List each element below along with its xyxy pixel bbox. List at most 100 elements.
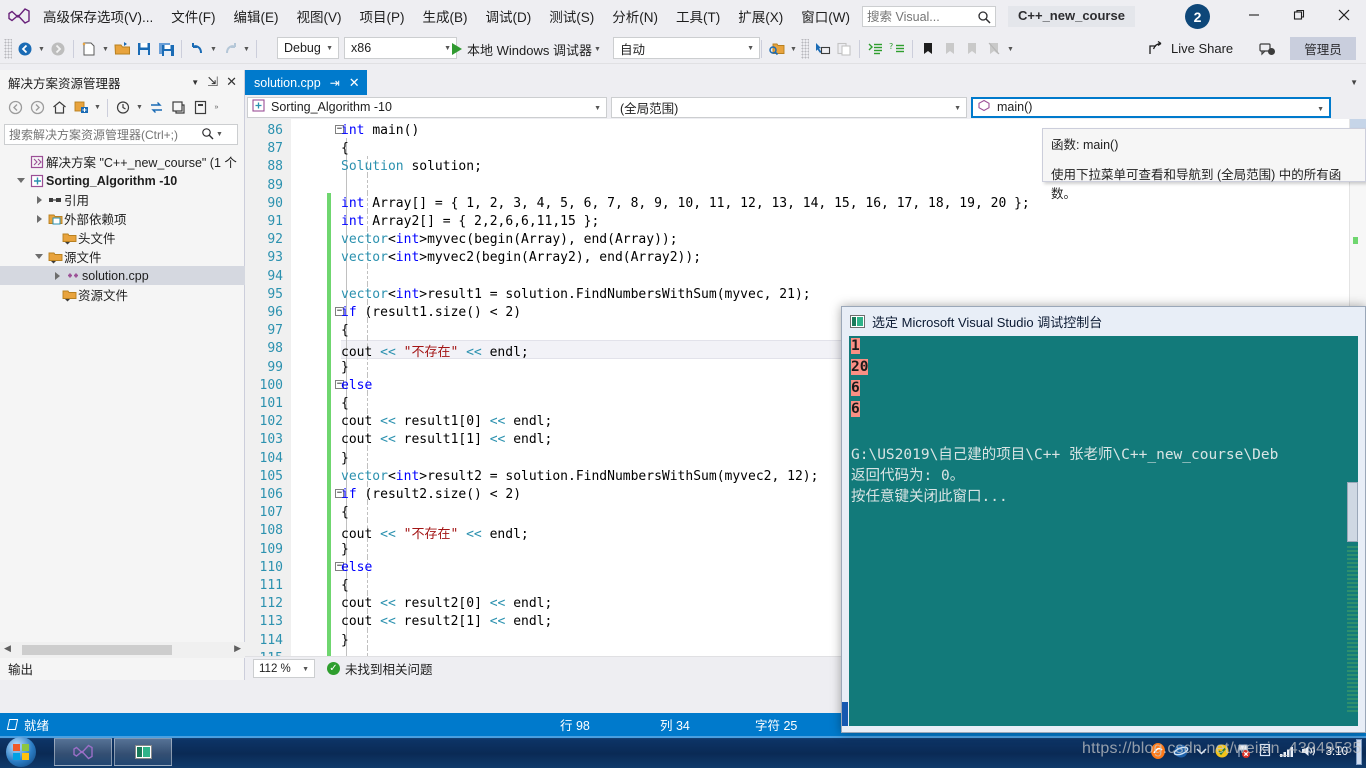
tree-item-resource-files[interactable]: 资源文件 (0, 285, 245, 304)
code-line[interactable]: vector<int>myvec(begin(Array), end(Array… (341, 232, 678, 247)
twisty-collapsed-icon[interactable] (32, 190, 46, 209)
navbar-project-combo[interactable]: Sorting_Algorithm -10 ▼ (247, 96, 607, 118)
search-options-dropdown-icon[interactable]: ▼ (216, 131, 223, 138)
code-line[interactable]: { (341, 396, 349, 411)
find-in-files-icon[interactable] (766, 38, 788, 60)
quick-launch-search[interactable] (862, 6, 996, 27)
feedback-icon[interactable] (1256, 39, 1278, 61)
collapse-all-icon[interactable] (167, 97, 189, 119)
solution-explorer-hscrollbar[interactable]: ◀ ▶ (0, 642, 245, 658)
visual-studio-taskbar-item[interactable] (54, 738, 112, 766)
scroll-right-icon[interactable]: ▶ (234, 643, 241, 654)
zoom-level-combo[interactable]: 112 % ▼ (253, 659, 315, 678)
code-line[interactable]: Solution solution; (341, 159, 482, 174)
forward-icon[interactable] (26, 97, 48, 119)
switch-views-dropdown-icon[interactable]: ▼ (92, 97, 103, 119)
maximize-button[interactable] (1276, 0, 1321, 30)
clear-bookmarks-icon[interactable] (983, 38, 1005, 60)
toolbar-overflow-icon[interactable]: » (211, 97, 222, 119)
toolbar-grip[interactable] (801, 39, 809, 59)
toolbar-overflow-icon[interactable]: ▼ (1005, 38, 1016, 60)
find-dropdown-icon[interactable]: ▼ (788, 38, 799, 60)
tree-item-solution-cpp[interactable]: solution.cpp (0, 266, 245, 285)
menu-item-test[interactable]: 测试(S) (540, 1, 603, 31)
save-all-icon[interactable] (155, 38, 177, 60)
toolbar-grip[interactable] (4, 39, 12, 59)
close-icon[interactable]: ✕ (349, 75, 360, 91)
navbar-member-combo[interactable]: main() ▼ (971, 96, 1331, 118)
navbar-scope-combo[interactable]: (全局范围) ▼ (611, 96, 967, 118)
menu-item-view[interactable]: 视图(V) (288, 1, 351, 31)
twisty-collapsed-icon[interactable] (32, 209, 46, 228)
minimize-button[interactable] (1231, 0, 1276, 30)
menu-item-analyze[interactable]: 分析(N) (603, 1, 667, 31)
code-line[interactable]: { (341, 505, 349, 520)
tree-item-source-files[interactable]: 源文件 (0, 247, 245, 266)
code-line[interactable]: cout << result2[1] << endl; (341, 614, 552, 629)
menu-item-file[interactable]: 文件(F) (162, 1, 224, 31)
pending-changes-icon[interactable] (112, 97, 134, 119)
code-line[interactable]: { (341, 141, 349, 156)
previous-bookmark-icon[interactable] (939, 38, 961, 60)
sync-icon[interactable] (145, 97, 167, 119)
pin-icon[interactable]: ⇥ (330, 76, 340, 90)
code-line[interactable]: if (result1.size() < 2) (341, 305, 521, 320)
navigate-forward-icon[interactable] (47, 38, 69, 60)
scroll-thumb[interactable] (22, 645, 172, 655)
code-line[interactable]: { (341, 323, 349, 338)
solution-name-pill[interactable]: C++_new_course (1008, 6, 1135, 27)
back-icon[interactable] (4, 97, 26, 119)
console-vertical-scrollbar[interactable] (1347, 482, 1358, 712)
next-bookmark-icon[interactable] (961, 38, 983, 60)
start-debug-dropdown-icon[interactable]: ▼ (592, 38, 603, 60)
bookmark-icon[interactable] (917, 38, 939, 60)
tree-item-references[interactable]: 引用 (0, 190, 245, 209)
tree-item-external-dependencies[interactable]: 外部依赖项 (0, 209, 245, 228)
comment-icon[interactable] (864, 38, 886, 60)
code-line[interactable]: cout << "不存在" << endl; (341, 523, 529, 542)
menu-item-advanced-save[interactable]: 高级保存选项(V)... (34, 1, 162, 31)
code-line[interactable]: else (341, 560, 372, 575)
switch-views-icon[interactable] (70, 97, 92, 119)
open-file-icon[interactable] (111, 38, 133, 60)
panel-dropdown-icon[interactable]: ▼ (191, 78, 199, 87)
go-to-definition-icon[interactable] (811, 38, 833, 60)
start-debug-group[interactable]: 本地 Windows 调试器 ▼ (452, 37, 603, 61)
console-taskbar-item[interactable] (114, 738, 172, 766)
pending-changes-dropdown-icon[interactable]: ▼ (134, 97, 145, 119)
twisty-expanded-icon[interactable] (32, 247, 46, 266)
code-line[interactable]: vector<int>result1 = solution.FindNumber… (341, 287, 811, 302)
menu-item-extensions[interactable]: 扩展(X) (729, 1, 792, 31)
code-line[interactable]: int Array2[] = { 2,2,6,6,11,15 }; (341, 214, 599, 229)
issue-status[interactable]: ✓ 未找到相关问题 (327, 659, 433, 678)
paste-icon[interactable] (833, 38, 855, 60)
output-panel-label[interactable]: 输出 (8, 659, 33, 678)
scroll-track[interactable] (1347, 544, 1358, 712)
menu-item-window[interactable]: 窗口(W) (792, 1, 859, 31)
solution-explorer-search[interactable]: ▼ (4, 124, 238, 145)
navigate-back-dropdown-icon[interactable]: ▼ (36, 38, 47, 60)
code-line[interactable]: } (341, 360, 349, 375)
undo-dropdown-icon[interactable]: ▼ (208, 38, 219, 60)
console-horizontal-scroll-thumb[interactable] (842, 702, 848, 726)
tree-item-project[interactable]: Sorting_Algorithm -10 (0, 171, 245, 190)
code-line[interactable]: else (341, 378, 372, 393)
menu-item-edit[interactable]: 编辑(E) (225, 1, 288, 31)
code-line[interactable]: cout << result1[0] << endl; (341, 414, 552, 429)
platform-combo[interactable]: x86 ▼ (344, 37, 457, 59)
uncomment-icon[interactable]: ? (886, 38, 908, 60)
code-line[interactable]: vector<int>myvec2(begin(Array2), end(Arr… (341, 250, 701, 265)
navigate-back-icon[interactable] (14, 38, 36, 60)
code-line[interactable]: } (341, 451, 349, 466)
twisty-collapsed-icon[interactable] (50, 266, 64, 285)
scroll-left-icon[interactable]: ◀ (4, 643, 11, 654)
code-line[interactable]: cout << result1[1] << endl; (341, 432, 552, 447)
pin-icon[interactable]: ⇲ (207, 74, 218, 90)
new-item-icon[interactable] (78, 38, 100, 60)
code-line[interactable]: cout << result2[0] << endl; (341, 596, 552, 611)
scroll-thumb[interactable] (1347, 482, 1358, 542)
configuration-combo[interactable]: Debug ▼ (277, 37, 339, 59)
code-line[interactable]: } (341, 542, 349, 557)
undo-icon[interactable] (186, 38, 208, 60)
tab-overflow-icon[interactable]: ▼ (1350, 78, 1358, 87)
